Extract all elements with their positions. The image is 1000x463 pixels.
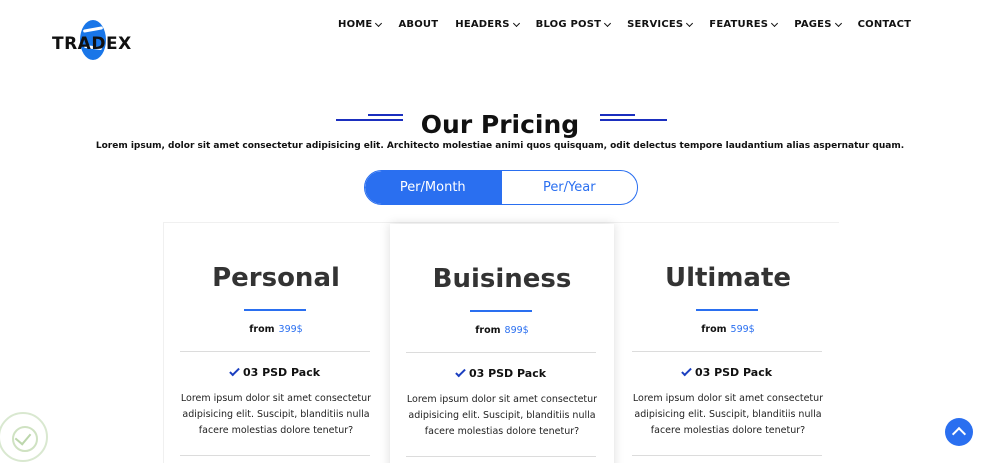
nav-item-headers[interactable]: HEADERS — [455, 19, 520, 30]
pricing-card-business: Buisiness from 899$ 03 PSD Pack Lorem ips… — [390, 224, 614, 463]
divider — [632, 351, 822, 352]
plan-feature: 03 PSD Pack — [164, 365, 388, 379]
chevron-down-icon — [375, 19, 383, 27]
nav-label: HEADERS — [455, 19, 510, 30]
price-prefix: from — [475, 325, 501, 336]
nav-item-home[interactable]: HOME — [338, 19, 383, 30]
price-amount: 599$ — [730, 324, 755, 335]
chevron-down-icon — [771, 19, 779, 27]
plan-name: Ultimate — [664, 263, 792, 293]
divider — [180, 351, 370, 352]
plan-price: from 899$ — [390, 325, 614, 336]
divider — [180, 455, 370, 456]
nav-item-blog-post[interactable]: BLOG POST — [535, 19, 612, 30]
check-icon — [229, 365, 240, 377]
section-subtitle: Lorem ipsum, dolor sit amet consectetur … — [95, 141, 905, 151]
nav-label: BLOG POST — [535, 19, 602, 30]
title-decoration-right — [600, 114, 667, 122]
feature-label: 03 PSD Pack — [468, 367, 547, 380]
chevron-down-icon — [686, 19, 694, 27]
plan-name-underline — [696, 309, 758, 311]
per-year-option[interactable]: Per/Year — [500, 171, 638, 204]
shield-badge-icon — [0, 412, 48, 462]
nav-label: PAGES — [794, 19, 832, 30]
price-prefix: from — [249, 324, 275, 335]
divider — [406, 352, 596, 353]
pricing-card-ultimate: Ultimate from 599$ 03 PSD Pack Lorem ipsu… — [616, 223, 840, 463]
feature-label: 03 PSD Pack — [694, 366, 773, 379]
plan-name-underline — [470, 310, 532, 312]
nav-label: CONTACT — [857, 19, 912, 30]
logo-text: TRADEX — [52, 34, 132, 54]
chevron-down-icon — [834, 19, 842, 27]
billing-period-toggle: Per/Month Per/Year — [364, 170, 638, 205]
nav-label: FEATURES — [709, 19, 769, 30]
plan-description: Lorem ipsum dolor sit amet consectetur a… — [406, 394, 598, 437]
nav-item-services[interactable]: SERVICES — [627, 19, 694, 30]
divider — [632, 455, 822, 456]
per-month-option[interactable]: Per/Month — [365, 171, 501, 204]
pricing-card-personal: Personal from 399$ 03 PSD Pack Lorem ipsu… — [164, 223, 388, 463]
nav-item-about[interactable]: ABOUT — [398, 19, 438, 30]
chevron-down-icon — [604, 19, 612, 27]
plan-price: from 399$ — [164, 324, 388, 335]
section-heading: Our Pricing — [0, 110, 1000, 144]
plan-feature: 03 PSD Pack — [390, 366, 614, 380]
plan-description: Lorem ipsum dolor sit amet consectetur a… — [180, 393, 372, 436]
page-title: Our Pricing — [420, 110, 580, 139]
plan-name-underline — [244, 309, 306, 311]
logo[interactable]: TRADEX — [52, 20, 134, 64]
nav-label: SERVICES — [627, 19, 684, 30]
feature-label: 03 PSD Pack — [242, 366, 321, 379]
plan-feature: 03 PSD Pack — [616, 365, 840, 379]
plan-description: Lorem ipsum dolor sit amet consectetur a… — [632, 393, 824, 436]
nav-label: ABOUT — [398, 19, 439, 30]
nav-item-features[interactable]: FEATURES — [709, 19, 779, 30]
price-amount: 899$ — [504, 325, 529, 336]
plan-name: Personal — [212, 263, 340, 293]
nav-label: HOME — [338, 19, 373, 30]
scroll-to-top-button[interactable] — [945, 418, 973, 446]
pricing-cards: Personal from 399$ 03 PSD Pack Lorem ipsu… — [163, 222, 840, 463]
plan-name: Buisiness — [432, 264, 572, 294]
check-icon — [681, 365, 692, 377]
divider — [406, 456, 596, 457]
nav-item-contact[interactable]: CONTACT — [858, 19, 912, 30]
check-icon — [455, 366, 466, 378]
chevron-down-icon — [512, 19, 520, 27]
nav-item-pages[interactable]: PAGES — [794, 19, 842, 30]
price-amount: 399$ — [278, 324, 303, 335]
main-nav: HOME ABOUT HEADERS BLOG POST SERVICES FE… — [338, 19, 911, 30]
plan-price: from 599$ — [616, 324, 840, 335]
price-prefix: from — [701, 324, 727, 335]
